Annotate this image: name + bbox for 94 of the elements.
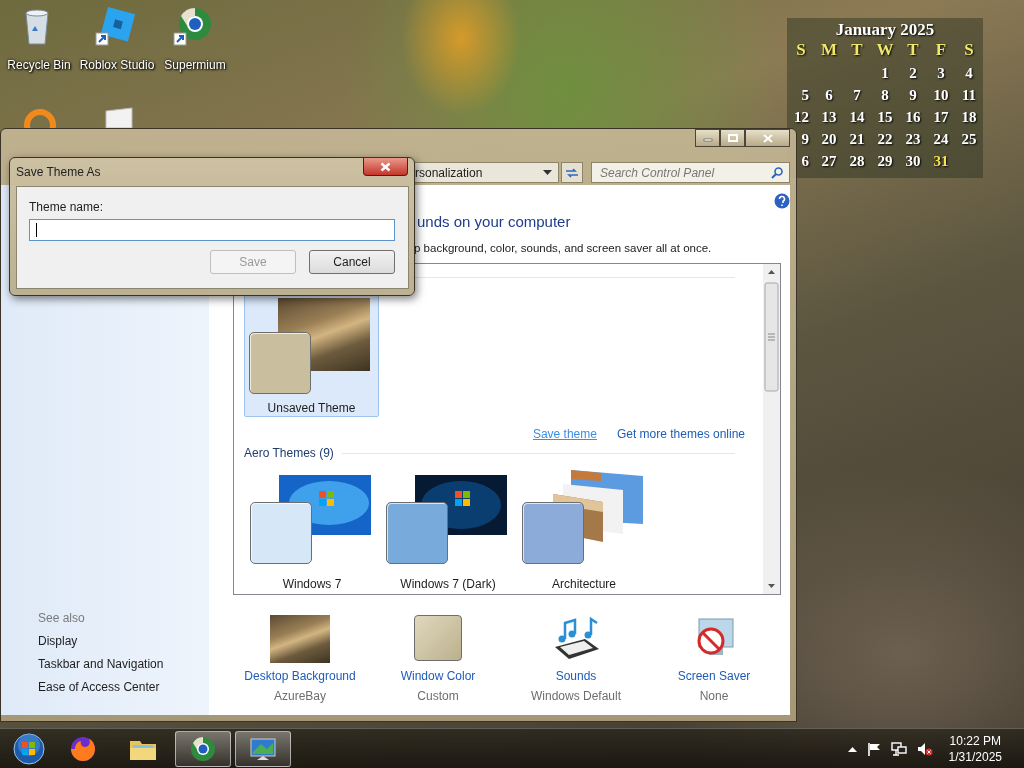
dialog-button[interactable]: Cancel [309, 250, 395, 274]
calendar-day: 30 [899, 150, 927, 172]
calendar-day: 29 [871, 150, 899, 172]
calendar-day: 23 [899, 128, 927, 150]
calendar-day: 5 [787, 84, 815, 106]
theme-tile[interactable]: Architecture [516, 466, 652, 593]
calendar-day: 13 [815, 106, 843, 128]
setting-value: None [699, 688, 729, 705]
weekday-label: S [795, 40, 807, 61]
setting-value: Custom [417, 688, 459, 705]
calendar-day: 2 [899, 62, 927, 84]
calendar-day: 28 [843, 150, 871, 172]
refresh-button[interactable] [561, 162, 583, 183]
setting-link[interactable]: Sounds [555, 667, 597, 685]
calendar-month: January 2025 [834, 20, 936, 40]
search-input[interactable]: Search Control Panel [594, 165, 771, 180]
calendar-day: 1 [871, 62, 899, 84]
calendar-day: 16 [899, 106, 927, 128]
calendar-day: 22 [871, 128, 899, 150]
theme-link[interactable]: Save theme [532, 427, 597, 441]
calendar-day: 9 [899, 84, 927, 106]
dialog-title: Save Theme As [16, 165, 101, 179]
theme-link[interactable]: Get more themes online [616, 427, 745, 441]
setting-link[interactable]: Screen Saver [677, 667, 751, 685]
calendar-day: 6 [815, 84, 843, 106]
search-field[interactable]: Search Control Panel [591, 162, 790, 183]
calendar-day: 7 [843, 84, 871, 106]
icon-label[interactable]: Roblox Studio [79, 58, 155, 72]
nav-link[interactable]: Display [38, 630, 209, 653]
calendar-day: 12 [787, 106, 815, 128]
windows-logo-icon [13, 732, 45, 765]
setting-value: AzureBay [274, 688, 326, 705]
breadcrumb-text[interactable]: rsonalization [415, 165, 483, 180]
setting-link[interactable]: Window Color [400, 667, 476, 685]
calendar-day: 27 [815, 150, 843, 172]
calendar-day: 8 [871, 84, 899, 106]
maximize-icon [727, 134, 738, 142]
calendar-day: 11 [955, 84, 983, 106]
network-icon[interactable] [890, 741, 907, 756]
calendar-day: 15 [871, 106, 899, 128]
close-icon [762, 133, 773, 143]
section-heading: See also [38, 610, 86, 627]
maximize-button[interactable] [720, 129, 745, 147]
icon-label[interactable]: Recycle Bin [7, 58, 71, 72]
minimize-button[interactable] [695, 129, 720, 147]
field-label: Theme name: [29, 200, 105, 215]
calendar-day: 17 [927, 106, 955, 128]
calendar-day: 3 [927, 62, 955, 84]
calendar-day: 9 [787, 128, 815, 150]
weekday-label: T [906, 40, 920, 61]
close-icon [380, 161, 391, 172]
icon-label[interactable]: Supermium [164, 58, 226, 72]
calendar-day: 14 [843, 106, 871, 128]
taskbar-button[interactable] [235, 730, 291, 767]
clock-time[interactable]: 10:22 PM [949, 732, 1001, 749]
theme-tile[interactable]: Windows 7 (Dark) [380, 466, 516, 593]
theme-name-field[interactable] [29, 219, 395, 241]
show-hidden-icons-icon[interactable] [847, 745, 857, 752]
taskbar-button[interactable] [175, 730, 231, 767]
close-button[interactable] [363, 158, 408, 176]
flag-icon[interactable] [866, 741, 881, 756]
vertical-scrollbar[interactable] [763, 264, 780, 594]
calendar-day: 31 [927, 150, 955, 172]
weekday-label: S [963, 40, 975, 61]
search-icon[interactable] [771, 166, 783, 179]
theme-tile[interactable]: Windows 7 [244, 466, 380, 593]
refresh-icon [565, 166, 579, 179]
weekday-label: M [819, 40, 838, 61]
setting-link[interactable]: Desktop Background [244, 667, 356, 685]
calendar-day: 25 [955, 128, 983, 150]
calendar-day: 20 [815, 128, 843, 150]
group-heading: Aero Themes (9) [244, 446, 334, 460]
dropdown-caret-icon[interactable] [543, 169, 552, 176]
speaker-muted-icon[interactable] [916, 741, 933, 756]
calendar-day: 6 [787, 150, 815, 172]
nav-link[interactable]: Taskbar and Navigation [38, 653, 209, 676]
page-description: p background, color, sounds, and screen saver all at once. [414, 241, 713, 256]
page-heading: unds on your computer [417, 212, 572, 232]
photo-thumbnail [270, 615, 330, 663]
address-bar[interactable]: rsonalization [415, 162, 559, 183]
help-icon[interactable] [774, 193, 790, 209]
calendar-day: 24 [927, 128, 955, 150]
color-swatch-icon [414, 615, 462, 661]
calendar-day: 10 [927, 84, 955, 106]
weekday-label: T [850, 40, 864, 61]
calendar-day: 4 [955, 62, 983, 84]
nav-link[interactable]: Ease of Access Center [38, 676, 209, 699]
setting-value: Windows Default [530, 688, 621, 705]
calendar-day: 18 [955, 106, 983, 128]
clock-date[interactable]: 1/31/2025 [948, 748, 1002, 765]
close-button[interactable] [745, 129, 790, 147]
calendar-day: 21 [843, 128, 871, 150]
weekday-label: W [875, 40, 895, 61]
weekday-label: F [934, 40, 948, 61]
